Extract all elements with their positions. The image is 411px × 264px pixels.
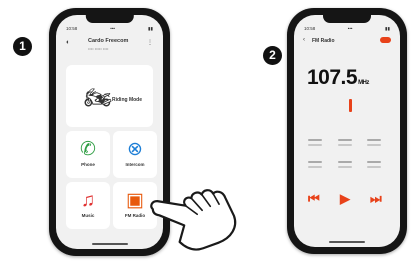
tuner-needle[interactable] <box>349 99 352 112</box>
phone-2-screen: 10:58 ••• ▮▮ ‹ FM Radio 107.5MHz ⏮ ▶ ⏭ <box>294 15 400 247</box>
status-battery: ▮▮ <box>385 26 390 31</box>
tile-label: Phone <box>81 162 95 167</box>
home-indicator <box>329 241 365 243</box>
back-icon[interactable]: ‹ <box>303 37 305 43</box>
step-1-badge: 1 <box>13 37 32 56</box>
menu-icon[interactable]: ⋮ <box>147 39 153 46</box>
status-bar: 10:58 ••• ▮▮ <box>66 26 153 33</box>
step-2-badge: 2 <box>263 46 282 65</box>
preset-slot[interactable] <box>367 144 381 146</box>
device-subtitle: •••• ••••• •••• <box>88 46 109 51</box>
status-time: 10:58 <box>304 26 316 31</box>
preset-slot[interactable] <box>367 139 381 141</box>
app-header: ◐ Cardo Freecom •••• ••••• •••• ⋮ <box>64 37 155 55</box>
headset-icon[interactable]: ◐ <box>66 39 70 46</box>
status-center: ••• <box>347 26 353 31</box>
frequency-unit: MHz <box>358 80 369 86</box>
page-title: FM Radio <box>312 38 335 44</box>
preset-slot[interactable] <box>308 161 322 163</box>
status-battery: ▮▮ <box>148 26 153 31</box>
preset-slot[interactable] <box>338 139 352 141</box>
frequency-value: 107.5 <box>307 66 358 89</box>
tile-music[interactable]: ♫ Music <box>66 182 110 229</box>
tile-phone[interactable]: ✆ Phone <box>66 131 110 178</box>
phone-notch <box>323 14 371 23</box>
status-time: 10:58 <box>66 26 78 31</box>
phone-2: 10:58 ••• ▮▮ ‹ FM Radio 107.5MHz ⏮ ▶ ⏭ <box>287 8 407 254</box>
play-icon[interactable]: ▶ <box>340 191 350 207</box>
status-bar: 10:58 ••• ▮▮ <box>304 26 390 33</box>
preset-slot[interactable] <box>308 144 322 146</box>
preset-slot[interactable] <box>338 166 352 168</box>
riding-mode-card[interactable]: 🏍︎ Riding Mode <box>66 65 153 127</box>
next-station-icon[interactable]: ⏭ <box>370 191 382 207</box>
home-indicator <box>91 243 128 245</box>
intercom-icon: ⊗ <box>127 139 143 160</box>
preset-slot[interactable] <box>308 166 322 168</box>
preset-slot[interactable] <box>367 166 381 168</box>
preset-slot[interactable] <box>338 161 352 163</box>
motorcycle-icon: 🏍︎ <box>84 85 112 110</box>
phone-1-screen: 10:58 ••• ▮▮ ◐ Cardo Freecom •••• ••••• … <box>56 15 163 249</box>
status-center: ••• <box>110 26 116 31</box>
riding-mode-label: Riding Mode <box>112 97 142 103</box>
radio-toggle[interactable] <box>380 37 391 43</box>
music-icon: ♫ <box>80 190 96 211</box>
preset-slot[interactable] <box>367 161 381 163</box>
tile-label: Intercom <box>125 162 145 167</box>
tile-label: Music <box>81 213 95 218</box>
phone-notch <box>85 14 134 23</box>
previous-station-icon[interactable]: ⏮ <box>308 191 320 207</box>
device-name: Cardo Freecom <box>88 38 129 44</box>
preset-slot[interactable] <box>308 139 322 141</box>
frequency-display: 107.5MHz <box>307 66 369 90</box>
tile-intercom[interactable]: ⊗ Intercom <box>113 131 157 178</box>
phone-icon: ✆ <box>80 139 96 160</box>
preset-slot[interactable] <box>338 144 352 146</box>
